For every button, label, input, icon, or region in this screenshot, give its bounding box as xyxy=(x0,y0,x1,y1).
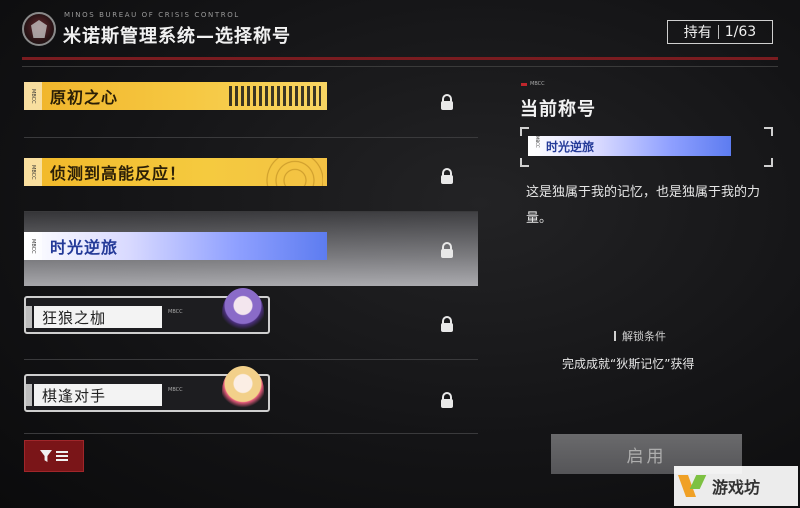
lock-icon xyxy=(440,316,454,332)
filter-button[interactable] xyxy=(24,440,84,472)
owned-counter: 持有 1/63 xyxy=(667,20,773,44)
title-description: 这是独属于我的记忆，也是独属于我的力量。 xyxy=(526,185,761,226)
character-portrait xyxy=(222,288,264,338)
title-name: 时光逆旅 xyxy=(50,238,119,257)
card-tag: MBCC xyxy=(168,309,183,315)
title-badge: MBCC 时光逆旅 xyxy=(24,232,327,260)
title-name: 狂狼之枷 xyxy=(42,308,107,327)
character-portrait xyxy=(222,366,264,416)
badge-decoration xyxy=(253,158,323,186)
current-title-heading: 当前称号 xyxy=(520,99,596,120)
title-badge: MBCC 原初之心 xyxy=(24,82,327,110)
title-name: 原初之心 xyxy=(50,88,119,107)
lock-icon xyxy=(440,168,454,184)
unlock-condition: 完成成就“狄斯记忆”获得 xyxy=(562,357,695,371)
card-side xyxy=(26,306,32,328)
title-row-4[interactable]: 狂狼之枷 MBCC xyxy=(24,286,478,360)
preview-badge: MBCC 时光逆旅 xyxy=(528,136,731,156)
card-tag: MBCC xyxy=(168,387,183,393)
title-card: 棋逢对手 MBCC xyxy=(24,366,270,416)
title-name: 侦测到高能反应！ xyxy=(50,164,187,183)
owned-value: 1/63 xyxy=(724,24,757,40)
lock-icon xyxy=(440,242,454,258)
preview-name: 时光逆旅 xyxy=(546,139,595,154)
title-row-2[interactable]: MBCC 侦测到高能反应！ xyxy=(24,138,478,212)
owned-label: 持有 xyxy=(683,25,712,41)
badge-tag: MBCC xyxy=(24,232,42,260)
title-name: 棋逢对手 xyxy=(42,386,107,405)
sort-lines-icon xyxy=(56,451,68,461)
site-watermark: 游戏坊 xyxy=(674,466,798,506)
badge-tag: MBCC xyxy=(24,158,42,186)
header-divider xyxy=(22,57,778,60)
panel-tag: MBCC xyxy=(521,81,545,87)
preview-tag: MBCC xyxy=(528,136,540,156)
current-title-preview: MBCC 时光逆旅 xyxy=(520,127,773,167)
bureau-name: MINOS BUREAU OF CRISIS CONTROL xyxy=(64,11,240,19)
watermark-logo-icon xyxy=(677,473,707,499)
watermark-text: 游戏坊 xyxy=(712,478,761,497)
lock-icon xyxy=(440,94,454,110)
title-row-5[interactable]: 棋逢对手 MBCC xyxy=(24,360,478,434)
page-title: 米诺斯管理系统—选择称号 xyxy=(63,26,291,47)
title-row-3[interactable]: MBCC 时光逆旅 xyxy=(24,212,478,286)
title-badge: MBCC 侦测到高能反应！ xyxy=(24,158,327,186)
unlock-label: 解锁条件 xyxy=(614,328,666,344)
title-card: 狂狼之枷 MBCC xyxy=(24,288,270,338)
card-nameplate: 棋逢对手 xyxy=(34,384,162,406)
bureau-logo xyxy=(22,12,56,46)
owned-separator xyxy=(717,25,719,39)
badge-tag: MBCC xyxy=(24,82,42,110)
card-nameplate: 狂狼之枷 xyxy=(34,306,162,328)
badge-decoration xyxy=(229,86,321,106)
filter-icon xyxy=(40,450,52,462)
lock-icon xyxy=(440,392,454,408)
title-row-1[interactable]: MBCC 原初之心 xyxy=(24,64,478,138)
card-side xyxy=(26,384,32,406)
